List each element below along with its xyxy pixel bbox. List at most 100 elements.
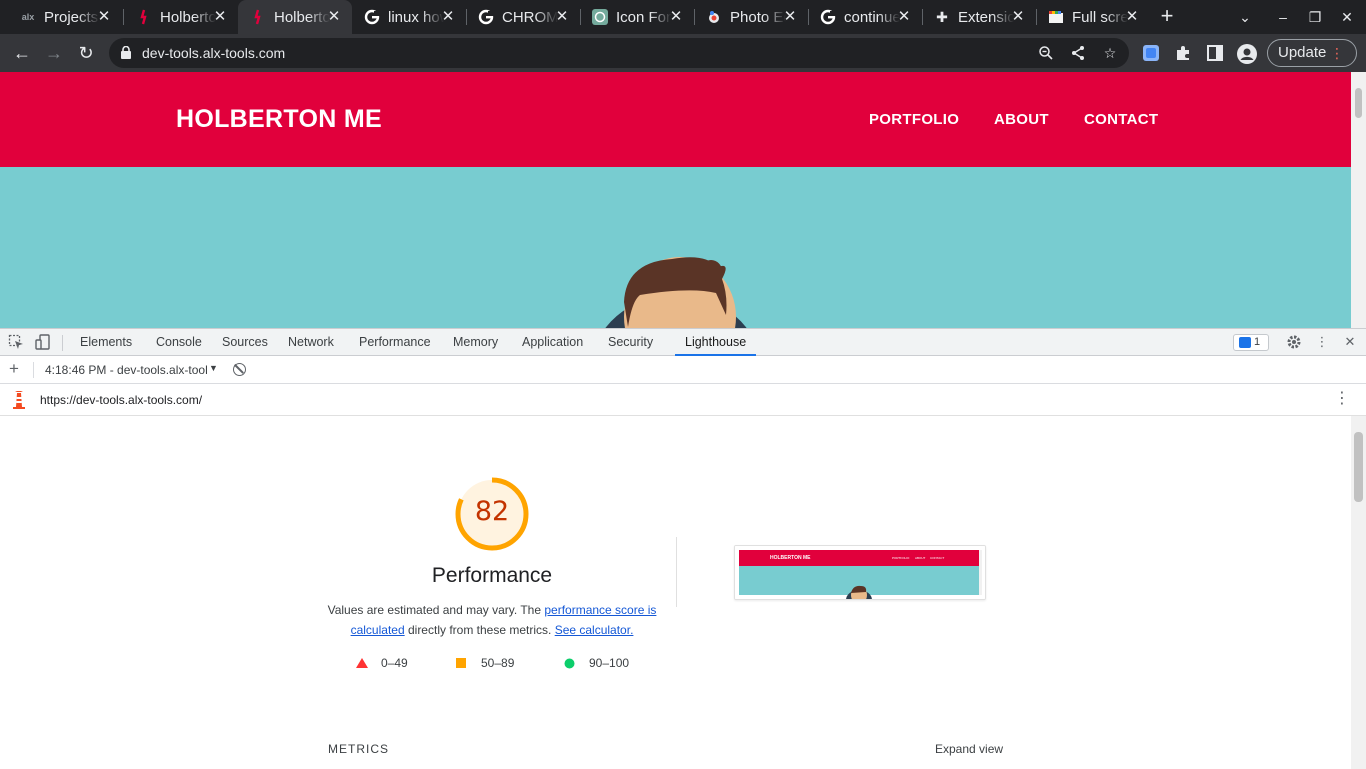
category-title: Performance [431, 564, 553, 587]
hero-section [0, 167, 1351, 328]
new-report-plus-icon[interactable]: + [9, 360, 19, 377]
nav-link-contact[interactable]: CONTACT [1084, 111, 1158, 128]
toolbar-separator [33, 362, 34, 378]
browser-tab[interactable]: continue ✕ [808, 0, 922, 34]
side-panel-icon[interactable] [1206, 44, 1224, 62]
tab-sources[interactable]: Sources [222, 329, 268, 356]
see-calculator-link[interactable]: See calculator. [555, 623, 634, 637]
settings-gear-icon[interactable] [1286, 334, 1302, 350]
close-tab-icon[interactable]: ✕ [1124, 9, 1140, 25]
device-toolbar-icon[interactable] [35, 334, 51, 350]
lighthouse-toolbar: + 4:18:46 PM - dev-tools.alx-tools.com ▼ [0, 356, 1366, 384]
holberton-favicon-icon [136, 9, 152, 25]
thumbnail-nav-about: ABOUT [915, 556, 926, 560]
report-url[interactable]: https://dev-tools.alx-tools.com/ [40, 393, 202, 407]
browser-toolbar: ← → ↻ dev-tools.alx-tools.com ☆ Update ⋮ [0, 34, 1366, 72]
inspect-element-icon[interactable] [8, 334, 24, 350]
legend-fail-range: 0–49 [381, 656, 408, 670]
close-tab-icon[interactable]: ✕ [440, 9, 456, 25]
tab-elements[interactable]: Elements [80, 329, 132, 356]
restore-icon[interactable]: ❐ [1306, 8, 1324, 26]
close-tab-icon[interactable]: ✕ [782, 9, 798, 25]
browser-tab[interactable]: Photo Editor ✕ [694, 0, 808, 34]
tab-console[interactable]: Console [156, 329, 202, 356]
address-url: dev-tools.alx-tools.com [142, 45, 286, 61]
nav-link-portfolio[interactable]: PORTFOLIO [869, 111, 959, 128]
more-options-icon[interactable]: ⋮ [1314, 334, 1330, 350]
extension-translate-icon[interactable] [1142, 44, 1160, 62]
site-header: HOLBERTON ME PORTFOLIO ABOUT CONTACT [0, 72, 1351, 167]
close-tab-icon[interactable]: ✕ [668, 9, 684, 25]
nav-link-about[interactable]: ABOUT [994, 111, 1049, 128]
reload-icon[interactable]: ↻ [75, 42, 97, 64]
issues-chat-icon [1239, 337, 1251, 348]
browser-tab[interactable]: Holberton ✕ [124, 0, 238, 34]
close-tab-icon[interactable]: ✕ [896, 9, 912, 25]
minimize-icon[interactable]: – [1274, 8, 1292, 26]
thumbnail-brand: HOLBERTON ME [770, 555, 811, 561]
page-viewport: HOLBERTON ME PORTFOLIO ABOUT CONTACT [0, 72, 1366, 328]
section-divider [676, 537, 677, 607]
report-dropdown-caret-icon[interactable]: ▼ [209, 363, 218, 373]
extensions-puzzle-icon[interactable] [1174, 44, 1192, 62]
browser-tab[interactable]: linux how ✕ [352, 0, 466, 34]
final-screenshot-thumbnail[interactable]: HOLBERTON ME PORTFOLIO ABOUT CONTACT [734, 545, 986, 600]
bookmark-star-icon[interactable]: ☆ [1102, 45, 1118, 61]
tab-security[interactable]: Security [608, 329, 653, 356]
report-menu-icon[interactable]: ⋮ [1334, 391, 1350, 407]
tab-search-chevron-icon[interactable]: ⌄ [1236, 8, 1254, 26]
google-favicon-icon [820, 9, 836, 25]
devtools-panel: Elements Console Sources Network Perform… [0, 328, 1366, 769]
site-brand[interactable]: HOLBERTON ME [176, 105, 382, 134]
tab-lighthouse[interactable]: Lighthouse [675, 329, 757, 356]
profile-avatar-icon[interactable] [1237, 44, 1257, 64]
close-tab-icon[interactable]: ✕ [96, 9, 112, 25]
chatgpt-favicon-icon [592, 9, 608, 25]
legend-average-range: 50–89 [481, 656, 515, 670]
forward-arrow-icon[interactable]: → [43, 42, 65, 64]
tab-application[interactable]: Application [522, 329, 583, 356]
metrics-heading: METRICS [328, 742, 389, 756]
close-tab-icon[interactable]: ✕ [1010, 9, 1026, 25]
browser-tab[interactable]: CHROME ✕ [466, 0, 580, 34]
tab-network[interactable]: Network [288, 329, 334, 356]
more-vertical-icon: ⋮ [1330, 45, 1344, 61]
zoom-icon[interactable] [1038, 45, 1054, 61]
update-button[interactable]: Update ⋮ [1267, 39, 1357, 67]
report-scrollbar[interactable] [1351, 416, 1366, 769]
page-scrollbar[interactable] [1351, 72, 1366, 328]
browser-tab[interactable]: alx Projects ✕ [8, 0, 122, 34]
clear-reports-icon[interactable] [233, 363, 246, 376]
thumbnail-nav-contact: CONTACT [930, 556, 945, 560]
close-tab-icon[interactable]: ✕ [212, 9, 228, 25]
tab-memory[interactable]: Memory [453, 329, 498, 356]
lighthouse-logo-icon [13, 391, 25, 409]
lock-icon [121, 46, 131, 59]
address-bar[interactable]: dev-tools.alx-tools.com ☆ [109, 38, 1129, 68]
expand-view-toggle[interactable]: Expand view [935, 742, 1003, 756]
close-tab-icon[interactable]: ✕ [326, 9, 342, 25]
pass-circle-icon [564, 658, 575, 669]
tab-performance[interactable]: Performance [359, 329, 431, 356]
new-tab-icon[interactable]: + [1157, 5, 1177, 27]
performance-description: Values are estimated and may vary. The p… [327, 603, 657, 637]
browser-tab[interactable]: Icon Font ✕ [580, 0, 694, 34]
lighthouse-topbar: https://dev-tools.alx-tools.com/ ⋮ [0, 384, 1366, 416]
report-select[interactable]: 4:18:46 PM - dev-tools.alx-tools.com [45, 363, 207, 377]
close-devtools-icon[interactable]: ✕ [1342, 334, 1358, 350]
page-scrollbar-thumb[interactable] [1355, 88, 1362, 118]
back-arrow-icon[interactable]: ← [11, 42, 33, 64]
browser-tab[interactable]: Full screen ✕ [1036, 0, 1150, 34]
issues-badge[interactable]: 1 [1233, 334, 1269, 351]
browser-tab[interactable]: ✚ Extensions ✕ [922, 0, 1036, 34]
close-window-icon[interactable]: ✕ [1338, 8, 1356, 26]
avatar-illustration [605, 257, 747, 328]
share-icon[interactable] [1070, 45, 1086, 61]
close-tab-icon[interactable]: ✕ [554, 9, 570, 25]
report-scrollbar-thumb[interactable] [1354, 432, 1363, 502]
photo-editor-favicon-icon [706, 9, 722, 25]
performance-score: 82 [474, 496, 510, 527]
google-favicon-icon [364, 9, 380, 25]
browser-tab-active[interactable]: Holberton ✕ [238, 0, 352, 34]
legend-pass-range: 90–100 [589, 656, 630, 670]
